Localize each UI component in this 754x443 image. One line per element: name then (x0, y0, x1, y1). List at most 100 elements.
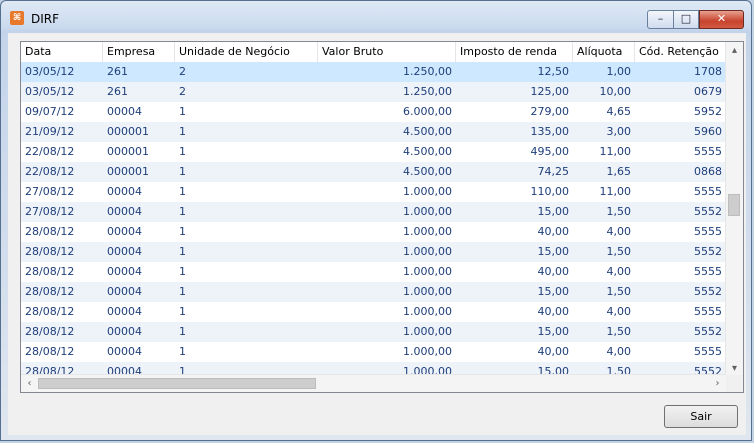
cell-cod-retencao: 5555 (694, 345, 722, 358)
client-area: Data Empresa Unidade de Negócio Valor Br… (8, 33, 746, 435)
cell-imposto: 15,00 (537, 245, 570, 258)
table-row[interactable]: 28/08/12 00004 1 1.000,00 40,00 4,00 5555 (21, 302, 726, 322)
data-grid[interactable]: Data Empresa Unidade de Negócio Valor Br… (20, 41, 744, 393)
table-row[interactable]: 03/05/12 261 2 1.250,00 125,00 10,00 0679 (21, 82, 726, 102)
cell-aliquota: 1,50 (606, 205, 632, 218)
cell-empresa: 00004 (107, 245, 142, 258)
table-row[interactable]: 27/08/12 00004 1 1.000,00 110,00 11,00 5555 (21, 182, 726, 202)
cell-valor-bruto: 1.000,00 (403, 225, 452, 238)
table-row[interactable]: 27/08/12 00004 1 1.000,00 15,00 1,50 5552 (21, 202, 726, 222)
grid-rows: 03/05/12 261 2 1.250,00 12,50 1,00 1708 03/05/1… (21, 62, 726, 378)
cell-imposto: 40,00 (537, 345, 570, 358)
cell-unidade: 1 (179, 285, 186, 298)
cell-cod-retencao: 5555 (694, 185, 722, 198)
cell-aliquota: 4,00 (606, 345, 632, 358)
cell-empresa: 00004 (107, 185, 142, 198)
horizontal-scroll-thumb[interactable] (38, 378, 316, 389)
cell-unidade: 2 (179, 65, 186, 78)
cell-imposto: 495,00 (530, 145, 570, 158)
table-row[interactable]: 22/08/12 000001 1 4.500,00 495,00 11,00 5555 (21, 142, 726, 162)
cell-valor-bruto: 1.000,00 (403, 245, 452, 258)
cell-valor-bruto: 4.500,00 (403, 165, 452, 178)
column-header-empresa[interactable]: Empresa (103, 42, 175, 62)
table-row[interactable]: 28/08/12 00004 1 1.000,00 15,00 1,50 5552 (21, 282, 726, 302)
cell-unidade: 1 (179, 305, 186, 318)
cell-valor-bruto: 4.500,00 (403, 125, 452, 138)
cell-empresa: 00004 (107, 205, 142, 218)
cell-data: 21/09/12 (25, 125, 75, 138)
column-header-valor-bruto[interactable]: Valor Bruto (318, 42, 456, 62)
column-header-cod-retencao[interactable]: Cód. Retenção (635, 42, 726, 62)
column-header-data[interactable]: Data (21, 42, 103, 62)
cell-imposto: 12,50 (537, 65, 570, 78)
scroll-up-icon[interactable]: ▴ (726, 42, 743, 59)
cell-cod-retencao: 5555 (694, 265, 722, 278)
cell-empresa: 000001 (107, 165, 149, 178)
cell-cod-retencao: 5555 (694, 225, 722, 238)
title-bar: ⌘ DIRF – □ ✕ (1, 1, 751, 31)
cell-cod-retencao: 5552 (694, 285, 722, 298)
cell-unidade: 1 (179, 145, 186, 158)
table-row[interactable]: 03/05/12 261 2 1.250,00 12,50 1,00 1708 (21, 62, 726, 82)
cell-valor-bruto: 6.000,00 (403, 105, 452, 118)
cell-empresa: 00004 (107, 325, 142, 338)
cell-aliquota: 4,00 (606, 305, 632, 318)
cell-imposto: 135,00 (530, 125, 570, 138)
cell-empresa: 000001 (107, 125, 149, 138)
column-header-aliquota[interactable]: Alíquota (573, 42, 635, 62)
cell-valor-bruto: 1.000,00 (403, 265, 452, 278)
cell-aliquota: 1,50 (606, 245, 632, 258)
cell-aliquota: 4,65 (606, 105, 632, 118)
cell-aliquota: 1,00 (606, 65, 632, 78)
cell-unidade: 2 (179, 85, 186, 98)
vertical-scroll-thumb[interactable] (728, 194, 740, 216)
cell-empresa: 261 (107, 85, 128, 98)
cell-aliquota: 3,00 (606, 125, 632, 138)
vertical-scrollbar[interactable]: ▴ ▾ (725, 42, 743, 377)
table-row[interactable]: 28/08/12 00004 1 1.000,00 40,00 4,00 5555 (21, 262, 726, 282)
minimize-button[interactable]: – (647, 10, 674, 29)
sair-button[interactable]: Sair (664, 405, 738, 428)
cell-data: 03/05/12 (25, 85, 75, 98)
cell-aliquota: 4,00 (606, 225, 632, 238)
table-row[interactable]: 28/08/12 00004 1 1.000,00 15,00 1,50 5552 (21, 242, 726, 262)
cell-cod-retencao: 5552 (694, 205, 722, 218)
cell-imposto: 15,00 (537, 285, 570, 298)
cell-empresa: 00004 (107, 345, 142, 358)
scroll-right-icon[interactable]: › (709, 375, 726, 392)
table-row[interactable]: 22/08/12 000001 1 4.500,00 74,25 1,65 0868 (21, 162, 726, 182)
maximize-button[interactable]: □ (674, 10, 699, 29)
cell-aliquota: 11,00 (599, 145, 632, 158)
close-button[interactable]: ✕ (699, 10, 744, 29)
cell-imposto: 15,00 (537, 325, 570, 338)
scroll-left-icon[interactable]: ‹ (21, 375, 38, 392)
column-header-unidade[interactable]: Unidade de Negócio (175, 42, 318, 62)
app-logo-icon: ⌘ (10, 11, 24, 25)
cell-data: 28/08/12 (25, 325, 75, 338)
cell-unidade: 1 (179, 125, 186, 138)
table-row[interactable]: 28/08/12 00004 1 1.000,00 40,00 4,00 5555 (21, 342, 726, 362)
cell-unidade: 1 (179, 325, 186, 338)
cell-unidade: 1 (179, 205, 186, 218)
table-row[interactable]: 09/07/12 00004 1 6.000,00 279,00 4,65 5952 (21, 102, 726, 122)
table-row[interactable]: 28/08/12 00004 1 1.000,00 40,00 4,00 5555 (21, 222, 726, 242)
cell-aliquota: 1,65 (606, 165, 632, 178)
cell-empresa: 261 (107, 65, 128, 78)
cell-aliquota: 1,50 (606, 325, 632, 338)
table-row[interactable]: 28/08/12 00004 1 1.000,00 15,00 1,50 5552 (21, 322, 726, 342)
cell-imposto: 40,00 (537, 305, 570, 318)
column-header-imposto[interactable]: Imposto de renda (456, 42, 573, 62)
cell-unidade: 1 (179, 105, 186, 118)
cell-unidade: 1 (179, 265, 186, 278)
cell-valor-bruto: 1.000,00 (403, 345, 452, 358)
table-row[interactable]: 21/09/12 000001 1 4.500,00 135,00 3,00 5960 (21, 122, 726, 142)
cell-valor-bruto: 1.000,00 (403, 205, 452, 218)
cell-unidade: 1 (179, 185, 186, 198)
cell-empresa: 000001 (107, 145, 149, 158)
cell-imposto: 125,00 (530, 85, 570, 98)
cell-unidade: 1 (179, 345, 186, 358)
cell-aliquota: 10,00 (599, 85, 632, 98)
cell-data: 09/07/12 (25, 105, 75, 118)
cell-unidade: 1 (179, 245, 186, 258)
horizontal-scrollbar[interactable]: ‹ › (21, 374, 726, 392)
